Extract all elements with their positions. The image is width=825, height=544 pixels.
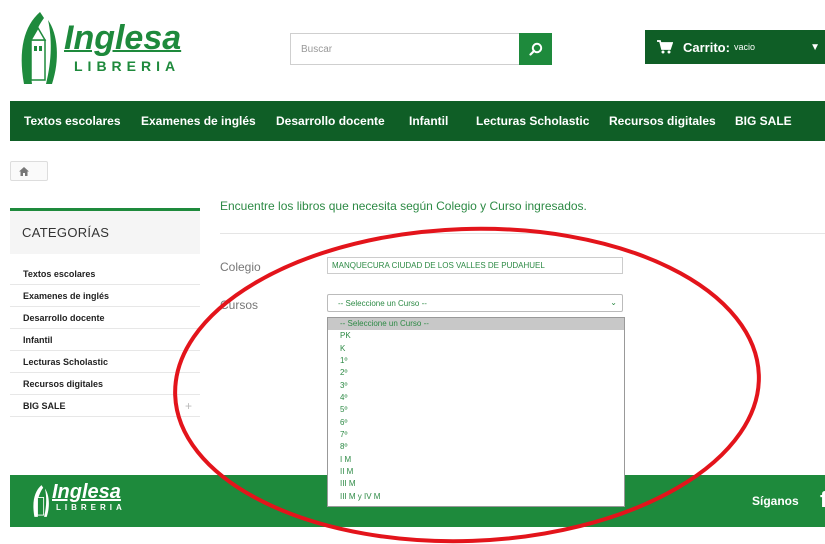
- sidebar-item-label: BIG SALE: [23, 401, 66, 411]
- cart-button[interactable]: Carrito: vacio ▼: [645, 30, 825, 64]
- dropdown-option[interactable]: III M: [328, 478, 624, 490]
- nav-item-examenes-ingles[interactable]: Examenes de inglés: [141, 114, 256, 128]
- dropdown-option[interactable]: 3º: [328, 380, 624, 392]
- dropdown-option[interactable]: 7º: [328, 429, 624, 441]
- chevron-down-icon: ⌄: [610, 298, 617, 307]
- nav-item-recursos-digitales[interactable]: Recursos digitales: [609, 114, 716, 128]
- colegio-field[interactable]: MANQUECURA CIUDAD DE LOS VALLES DE PUDAH…: [327, 257, 623, 274]
- book-tower-icon: [21, 12, 57, 84]
- nav-item-textos-escolares[interactable]: Textos escolares: [24, 114, 121, 128]
- footer-logo-title: Inglesa: [52, 481, 121, 503]
- footer-logo-subtitle: LIBRERIA: [56, 503, 126, 512]
- sidebar-item-infantil[interactable]: Infantil: [10, 329, 200, 351]
- divider: [220, 233, 825, 234]
- facebook-icon[interactable]: f: [820, 487, 825, 513]
- nav-item-lecturas-scholastic[interactable]: Lecturas Scholastic: [476, 114, 589, 128]
- dropdown-option[interactable]: -- Seleccione un Curso --: [328, 318, 624, 331]
- search-button[interactable]: [519, 33, 552, 65]
- follow-label: Síganos: [752, 494, 799, 508]
- main-nav: Textos escolares Examenes de inglés Desa…: [10, 101, 825, 141]
- dropdown-option[interactable]: K: [328, 343, 624, 355]
- logo[interactable]: Inglesa LIBRERIA: [14, 10, 189, 86]
- nav-item-infantil[interactable]: Infantil: [409, 114, 448, 128]
- cursos-select-value: -- Seleccione un Curso --: [338, 299, 427, 308]
- dropdown-option[interactable]: I M: [328, 454, 624, 466]
- sidebar-item-textos-escolares[interactable]: Textos escolares: [10, 263, 200, 285]
- breadcrumb-home[interactable]: [10, 161, 48, 181]
- dropdown-option[interactable]: PK: [328, 330, 624, 342]
- search-bar: [290, 33, 552, 65]
- cursos-label: Cursos: [220, 298, 259, 312]
- plus-icon[interactable]: +: [185, 399, 192, 413]
- sidebar-item-desarrollo-docente[interactable]: Desarrollo docente: [10, 307, 200, 329]
- book-tower-icon: [33, 485, 49, 517]
- cart-state: vacio: [733, 42, 755, 52]
- dropdown-option[interactable]: 2º: [328, 367, 624, 379]
- dropdown-option[interactable]: II M: [328, 466, 624, 478]
- nav-item-big-sale[interactable]: BIG SALE: [735, 114, 792, 128]
- cursos-select[interactable]: -- Seleccione un Curso -- ⌄: [327, 294, 623, 312]
- search-input[interactable]: [291, 34, 520, 64]
- logo-subtitle: LIBRERIA: [74, 58, 181, 74]
- shopping-cart-icon: [657, 40, 673, 54]
- sidebar-item-recursos-digitales[interactable]: Recursos digitales: [10, 373, 200, 395]
- home-icon: [19, 166, 29, 176]
- categories-header: CATEGORÍAS: [10, 208, 200, 254]
- chevron-down-icon: ▼: [810, 42, 820, 53]
- logo-title: Inglesa: [64, 19, 182, 57]
- dropdown-option[interactable]: 6º: [328, 417, 624, 429]
- categories-title: CATEGORÍAS: [22, 225, 110, 240]
- footer-logo[interactable]: Inglesa LIBRERIA: [30, 481, 126, 517]
- colegio-label: Colegio: [220, 260, 261, 274]
- dropdown-option[interactable]: 1º: [328, 355, 624, 367]
- nav-item-desarrollo-docente[interactable]: Desarrollo docente: [276, 114, 385, 128]
- dropdown-option[interactable]: III M y IV M: [328, 491, 624, 503]
- sidebar-item-examenes-ingles[interactable]: Examenes de inglés: [10, 285, 200, 307]
- dropdown-option[interactable]: 8º: [328, 441, 624, 453]
- search-icon: [528, 42, 542, 56]
- dropdown-option[interactable]: 4º: [328, 392, 624, 404]
- dropdown-option[interactable]: 5º: [328, 404, 624, 416]
- intro-text: Encuentre los libros que necesita según …: [220, 199, 587, 213]
- sidebar-item-lecturas-scholastic[interactable]: Lecturas Scholastic: [10, 351, 200, 373]
- cursos-dropdown: -- Seleccione un Curso -- PK K 1º 2º 3º …: [327, 317, 625, 507]
- sidebar-item-big-sale[interactable]: BIG SALE +: [10, 395, 200, 417]
- categories-list: Textos escolares Examenes de inglés Desa…: [10, 263, 200, 417]
- cart-label: Carrito:: [683, 39, 730, 55]
